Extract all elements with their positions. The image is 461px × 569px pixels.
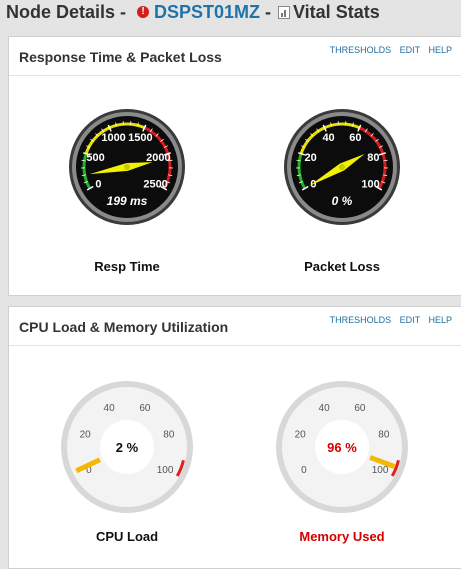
resp-time-gauge: 05001000150020002500199 ms [67, 105, 187, 230]
section-title: Vital Stats [293, 2, 380, 23]
gauge-tick-label: 40 [322, 132, 334, 144]
gauge-hub [339, 164, 345, 170]
gauge-tick-label: 100 [157, 465, 174, 476]
gauge-tick-label: 80 [367, 152, 379, 164]
page-header: Node Details - ! DSPST01MZ - Vital Stats [0, 0, 461, 28]
gauge-tick-label: 20 [304, 152, 316, 164]
gauge-readout: 0 % [332, 194, 353, 208]
cpu-load-label: CPU Load [67, 529, 187, 544]
help-link[interactable]: HELP [428, 315, 452, 325]
panel-title: CPU Load & Memory Utilization [19, 319, 228, 335]
gauge-tick-label: 100 [361, 179, 379, 191]
cpu-memory-panel: CPU Load & Memory Utilization THRESHOLDS… [8, 306, 461, 569]
thresholds-link[interactable]: THRESHOLDS [330, 45, 392, 55]
packet-loss-gauge: 0204060801000 % [282, 105, 402, 230]
gauge-tick-label: 0 [95, 179, 101, 191]
panel-header: Response Time & Packet Loss THRESHOLDS E… [9, 37, 461, 76]
gauge-tick-label: 500 [86, 152, 104, 164]
alert-icon: ! [137, 6, 149, 18]
chart-icon [278, 6, 290, 19]
gauge-tick-label: 40 [104, 403, 116, 414]
packet-loss-label: Packet Loss [282, 259, 402, 274]
gauge-tick-label: 40 [319, 403, 331, 414]
gauge-tick-label: 1000 [101, 132, 125, 144]
panel-title: Response Time & Packet Loss [19, 49, 222, 65]
gauge-tick-label: 2500 [143, 179, 167, 191]
panel-header: CPU Load & Memory Utilization THRESHOLDS… [9, 307, 461, 346]
panel-links: THRESHOLDS EDIT HELP [324, 315, 452, 325]
edit-link[interactable]: EDIT [400, 315, 420, 325]
gauge-tick-label: 60 [139, 403, 151, 414]
gauge-tick-label: 80 [378, 429, 390, 440]
gauge-readout: 2 % [116, 440, 139, 455]
gauge-tick-label: 0 [301, 465, 307, 476]
gauge-tick-label: 1500 [128, 132, 152, 144]
gauge-tick-label: 2000 [146, 152, 170, 164]
title-separator: - [265, 2, 271, 23]
gauge-hub [124, 164, 130, 170]
thresholds-link[interactable]: THRESHOLDS [330, 315, 392, 325]
edit-link[interactable]: EDIT [400, 45, 420, 55]
node-name-link[interactable]: DSPST01MZ [154, 2, 260, 23]
gauge-tick-label: 60 [349, 132, 361, 144]
resp-time-label: Resp Time [67, 259, 187, 274]
gauge-tick-label: 20 [80, 429, 92, 440]
gauge-readout: 96 % [327, 440, 357, 455]
gauge-readout: 199 ms [107, 194, 148, 208]
gauge-tick-label: 20 [295, 429, 307, 440]
panel-links: THRESHOLDS EDIT HELP [324, 45, 452, 55]
cpu-load-gauge: 0204060801002 % [59, 379, 195, 515]
help-link[interactable]: HELP [428, 45, 452, 55]
gauge-tick-label: 100 [372, 465, 389, 476]
memory-used-label: Memory Used [282, 529, 402, 544]
memory-used-gauge: 0 20 40 60 80 100 96 % [274, 379, 410, 515]
gauge-tick-label: 80 [163, 429, 175, 440]
response-time-panel: Response Time & Packet Loss THRESHOLDS E… [8, 36, 461, 296]
page-title-prefix: Node Details - [6, 2, 126, 23]
gauge-tick-label: 60 [354, 403, 366, 414]
